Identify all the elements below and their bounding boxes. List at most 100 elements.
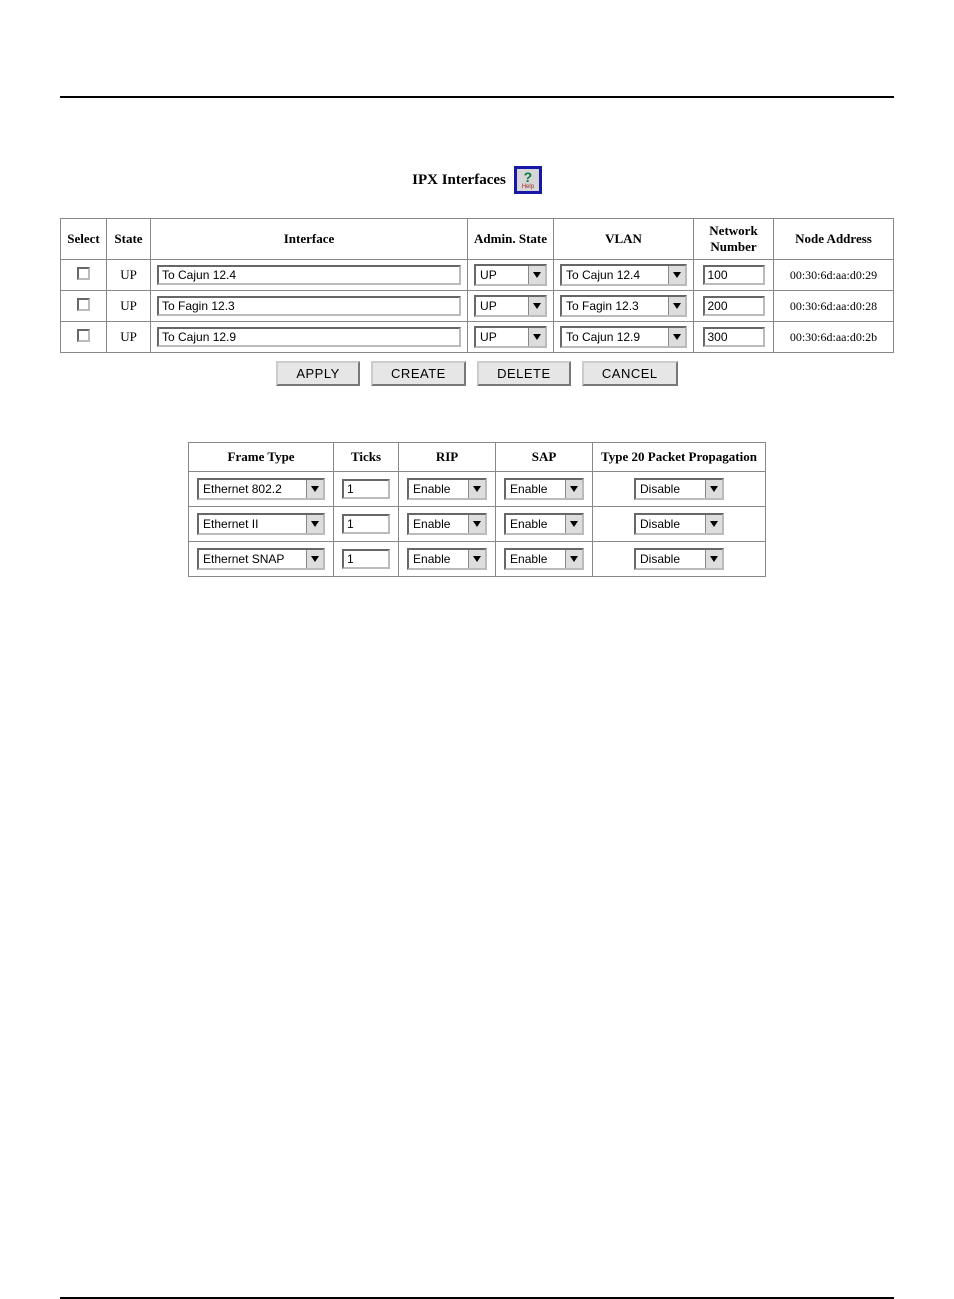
col-t20: Type 20 Packet Propagation <box>593 443 766 472</box>
table-row: Ethernet II Enable Enable Disable <box>189 507 766 542</box>
select-value: UP <box>476 299 528 313</box>
chevron-down-icon <box>710 521 718 527</box>
ticks-input[interactable] <box>342 549 390 569</box>
table-row: UP UP To Cajun 12.4 00:30:6d:aa:d0:29 <box>61 260 894 291</box>
sap-select[interactable]: Enable <box>504 513 584 535</box>
admin-state-select[interactable]: UP <box>474 264 547 286</box>
rip-select[interactable]: Enable <box>407 548 487 570</box>
ticks-input[interactable] <box>342 514 390 534</box>
interface-input[interactable] <box>157 327 461 347</box>
chevron-down-icon <box>473 521 481 527</box>
state-value: UP <box>120 298 137 313</box>
select-value: Ethernet SNAP <box>199 552 306 566</box>
table-row: UP UP To Cajun 12.9 00:30:6d:aa:d0:2b <box>61 322 894 353</box>
node-address: 00:30:6d:aa:d0:28 <box>790 299 877 313</box>
select-value: UP <box>476 330 528 344</box>
state-value: UP <box>120 329 137 344</box>
select-caret <box>565 480 582 498</box>
apply-button[interactable]: APPLY <box>276 361 359 386</box>
select-checkbox[interactable] <box>77 298 90 311</box>
select-caret <box>705 480 722 498</box>
frame-type-select[interactable]: Ethernet 802.2 <box>197 478 325 500</box>
col-node: Node Address <box>774 219 894 260</box>
select-value: Ethernet II <box>199 517 306 531</box>
select-value: Disable <box>636 517 705 531</box>
table-row: UP UP To Fagin 12.3 00:30:6d:aa:d0:28 <box>61 291 894 322</box>
chevron-down-icon <box>473 556 481 562</box>
type20-select[interactable]: Disable <box>634 548 724 570</box>
chevron-down-icon <box>710 486 718 492</box>
rip-select[interactable]: Enable <box>407 478 487 500</box>
node-address: 00:30:6d:aa:d0:2b <box>790 330 877 344</box>
table-row: Ethernet SNAP Enable Enable Disable <box>189 542 766 577</box>
type20-select[interactable]: Disable <box>634 478 724 500</box>
chevron-down-icon <box>311 486 319 492</box>
select-caret <box>705 515 722 533</box>
chevron-down-icon <box>570 486 578 492</box>
select-caret <box>528 328 545 346</box>
col-vlan: VLAN <box>554 219 694 260</box>
vlan-select[interactable]: To Cajun 12.9 <box>560 326 687 348</box>
vlan-select[interactable]: To Cajun 12.4 <box>560 264 687 286</box>
button-row: APPLY CREATE DELETE CANCEL <box>60 361 894 386</box>
admin-state-select[interactable]: UP <box>474 326 547 348</box>
create-button[interactable]: CREATE <box>371 361 466 386</box>
chevron-down-icon <box>570 556 578 562</box>
select-caret <box>306 515 323 533</box>
col-select: Select <box>61 219 107 260</box>
chevron-down-icon <box>673 303 681 309</box>
network-number-input[interactable] <box>703 296 765 316</box>
select-value: Enable <box>409 517 468 531</box>
select-value: Ethernet 802.2 <box>199 482 306 496</box>
col-rip: RIP <box>399 443 496 472</box>
type20-select[interactable]: Disable <box>634 513 724 535</box>
col-interface: Interface <box>151 219 468 260</box>
select-value: To Cajun 12.9 <box>562 330 668 344</box>
col-frame: Frame Type <box>189 443 334 472</box>
ipx-frame-table: Frame Type Ticks RIP SAP Type 20 Packet … <box>188 442 766 577</box>
select-checkbox[interactable] <box>77 267 90 280</box>
select-checkbox[interactable] <box>77 329 90 342</box>
vlan-select[interactable]: To Fagin 12.3 <box>560 295 687 317</box>
cancel-button[interactable]: CANCEL <box>582 361 678 386</box>
select-caret <box>306 550 323 568</box>
frame-type-select[interactable]: Ethernet II <box>197 513 325 535</box>
select-value: Enable <box>506 482 565 496</box>
col-netnum: Network Number <box>694 219 774 260</box>
select-caret <box>468 550 485 568</box>
sap-select[interactable]: Enable <box>504 478 584 500</box>
help-label: Help <box>522 184 534 190</box>
select-caret <box>565 550 582 568</box>
select-caret <box>705 550 722 568</box>
select-value: Enable <box>506 552 565 566</box>
col-state: State <box>107 219 151 260</box>
select-value: To Cajun 12.4 <box>562 268 668 282</box>
help-button[interactable]: ? Help <box>514 166 542 194</box>
delete-button[interactable]: DELETE <box>477 361 571 386</box>
interface-input[interactable] <box>157 265 461 285</box>
network-number-input[interactable] <box>703 265 765 285</box>
col-sap: SAP <box>496 443 593 472</box>
rip-select[interactable]: Enable <box>407 513 487 535</box>
select-caret <box>468 480 485 498</box>
state-value: UP <box>120 267 137 282</box>
page-title: IPX Interfaces <box>412 172 506 189</box>
ticks-input[interactable] <box>342 479 390 499</box>
select-caret <box>565 515 582 533</box>
interface-input[interactable] <box>157 296 461 316</box>
col-ticks: Ticks <box>334 443 399 472</box>
network-number-input[interactable] <box>703 327 765 347</box>
chevron-down-icon <box>311 556 319 562</box>
select-value: Enable <box>506 517 565 531</box>
question-mark-icon: ? <box>524 170 533 184</box>
admin-state-select[interactable]: UP <box>474 295 547 317</box>
table-row: Ethernet 802.2 Enable Enable Disable <box>189 472 766 507</box>
select-caret <box>668 328 685 346</box>
sap-select[interactable]: Enable <box>504 548 584 570</box>
chevron-down-icon <box>570 521 578 527</box>
frame-type-select[interactable]: Ethernet SNAP <box>197 548 325 570</box>
select-caret <box>306 480 323 498</box>
ipx-interfaces-table: Select State Interface Admin. State VLAN… <box>60 218 894 353</box>
chevron-down-icon <box>673 334 681 340</box>
node-address: 00:30:6d:aa:d0:29 <box>790 268 877 282</box>
